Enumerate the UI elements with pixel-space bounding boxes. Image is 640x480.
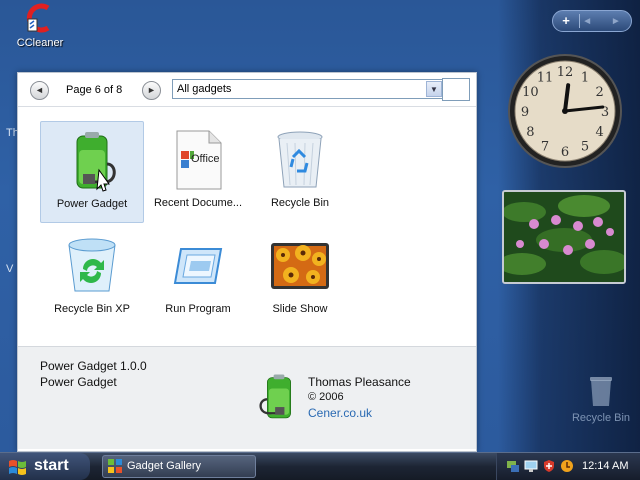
previous-page-button[interactable]: ◄	[30, 81, 49, 100]
analog-clock-face: 12 1234567891011	[508, 54, 622, 168]
slide-show-icon	[269, 235, 331, 297]
next-page-button[interactable]: ►	[142, 81, 161, 100]
gadget-details-pane: Power Gadget 1.0.0 Power Gadget Thomas P…	[18, 346, 476, 449]
run-program-icon	[167, 235, 229, 297]
office-document-icon: Office	[167, 129, 229, 191]
gadget-tile-label: Recycle Bin XP	[54, 303, 130, 315]
gadget-title: Power Gadget	[40, 375, 117, 389]
gallery-toolbar: ◄ Page 6 of 8 ► All gadgets ▼	[18, 73, 476, 107]
gadget-author: Thomas Pleasance	[308, 375, 411, 389]
display-icon[interactable]	[524, 459, 538, 473]
taskbar-item-gadget-gallery[interactable]: Gadget Gallery	[102, 455, 256, 478]
clock-numeral: 11	[537, 70, 554, 85]
ccleaner-icon	[24, 2, 56, 34]
slideshow-gadget[interactable]	[502, 190, 626, 284]
recycle-bin-icon	[269, 129, 331, 191]
power-gadget-icon	[255, 373, 303, 421]
clock-numeral: 5	[581, 140, 589, 155]
recycle-bin-xp-icon	[61, 235, 123, 297]
recycle-bin-label: Recycle Bin	[571, 412, 631, 424]
gadget-website-link[interactable]: Cener.co.uk	[308, 406, 372, 420]
clock-center	[562, 108, 568, 114]
gadget-filter-dropdown[interactable]: All gadgets ▼	[172, 79, 444, 99]
clock-gadget[interactable]: 12 1 2 3 4 5 6 7 8 9 10 11	[506, 52, 624, 170]
taskbar-clock[interactable]: 12:14 AM	[582, 453, 628, 480]
power-gadget-icon	[61, 130, 123, 192]
sidebar-page-arrows[interactable]: ◄ ►	[580, 16, 631, 27]
network-icon[interactable]	[506, 459, 520, 473]
start-button[interactable]: start	[0, 453, 90, 480]
add-gadget-button[interactable]: +	[553, 11, 579, 31]
search-input[interactable]	[442, 78, 470, 101]
sidebar-controls: + ◄ ►	[552, 10, 632, 32]
gadget-tile-recycle-bin[interactable]: Recycle Bin	[248, 121, 352, 223]
gadget-tile-recycle-bin-xp[interactable]: Recycle Bin XP	[40, 227, 144, 329]
gadget-tile-label: Run Program	[165, 303, 231, 315]
taskbar: start Gadget Gallery 12:14 AM	[0, 452, 640, 480]
gadget-tile-slide-show[interactable]: Slide Show	[248, 227, 352, 329]
gadget-gallery-window: ◄ Page 6 of 8 ► All gadgets ▼ Power Gadg…	[17, 72, 477, 452]
gadget-tile-label: Power Gadget	[56, 198, 128, 210]
filter-value: All gadgets	[177, 83, 232, 95]
gadget-tile-label: Slide Show	[272, 303, 328, 315]
recycle-bin-desktop-icon[interactable]: Recycle Bin	[566, 374, 636, 424]
chevron-down-icon[interactable]: ▼	[426, 81, 442, 97]
trash-icon	[587, 374, 615, 408]
clock-numeral: 6	[561, 145, 569, 160]
gadget-gallery-icon	[108, 459, 122, 473]
lotus-photo	[504, 192, 624, 282]
windows-logo-icon	[8, 458, 28, 476]
gadget-copyright: © 2006	[308, 391, 344, 403]
desktop-partial-text: V	[6, 263, 14, 275]
page-indicator: Page 6 of 8	[66, 84, 123, 96]
gadget-tile-run-program[interactable]: Run Program	[146, 227, 250, 329]
clock-numeral: 4	[596, 125, 604, 140]
clock-numeral: 8	[526, 125, 534, 140]
clock-numeral: 7	[541, 140, 549, 155]
clock-numeral: 12	[557, 65, 574, 80]
clock-numeral: 9	[521, 105, 529, 120]
office-text: Office	[191, 153, 220, 165]
start-label: start	[34, 457, 69, 474]
clock-numeral: 2	[596, 85, 604, 100]
ccleaner-label: CCleaner	[16, 37, 64, 49]
ccleaner-desktop-icon[interactable]: CCleaner	[10, 2, 70, 49]
gadget-tile-label: Recent Docume...	[153, 197, 243, 209]
update-icon[interactable]	[560, 459, 574, 473]
gadget-tile-label: Recycle Bin	[270, 197, 330, 209]
clock-numeral: 10	[522, 85, 539, 100]
gadget-tile-recent-documents[interactable]: Office Recent Docume...	[146, 121, 250, 223]
clock-numeral: 1	[581, 70, 589, 85]
gadget-tile-power-gadget[interactable]: Power Gadget	[40, 121, 144, 223]
security-shield-icon[interactable]	[542, 459, 556, 473]
gadget-grid: Power Gadget Office Recent Docume... Rec…	[40, 119, 460, 343]
gadget-name-version: Power Gadget 1.0.0	[40, 359, 147, 373]
taskbar-item-label: Gadget Gallery	[127, 460, 201, 472]
